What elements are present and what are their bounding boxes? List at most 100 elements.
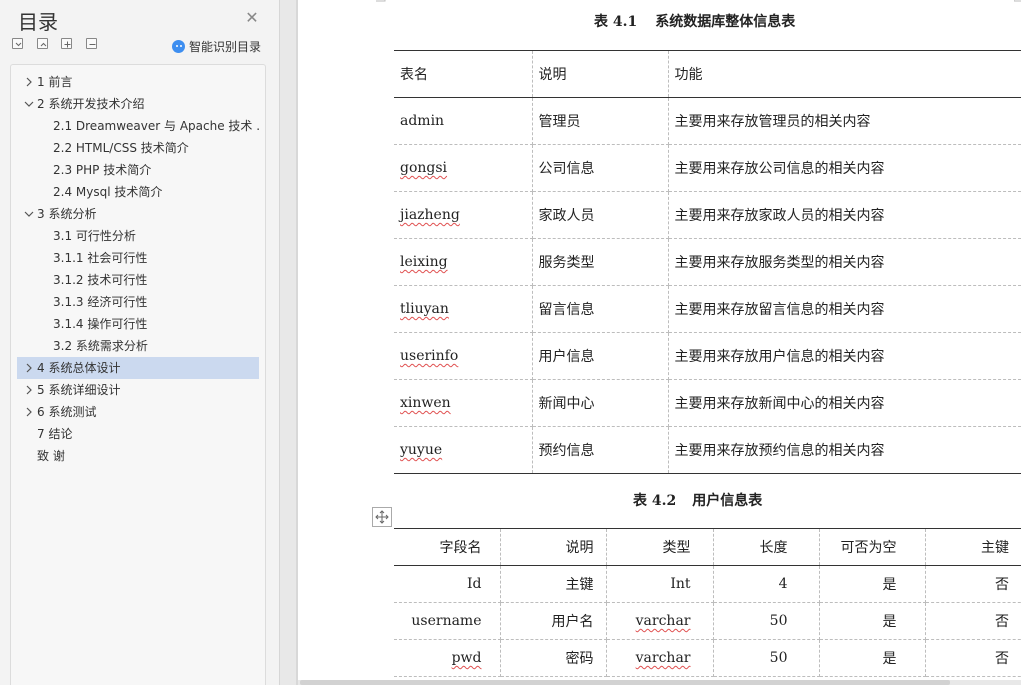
- table-cell[interactable]: Int: [605, 565, 714, 603]
- table-cell[interactable]: admin: [394, 97, 533, 145]
- table-caption: 表 4.2 用户信息表: [633, 490, 762, 510]
- toc-item-system-analysis[interactable]: 3 系统分析: [17, 203, 259, 225]
- toc-item-detailed-design[interactable]: 5 系统详细设计: [17, 379, 259, 401]
- table-header-cell[interactable]: 长度: [712, 528, 820, 566]
- spellcheck-word: yuyue: [400, 442, 443, 458]
- table-cell[interactable]: 50: [712, 639, 820, 677]
- toc-list: 1 前言 2 系统开发技术介绍 2.1 Dreamweaver 与 Apache…: [10, 64, 266, 685]
- add-heading-icon[interactable]: [61, 38, 72, 49]
- table-cell[interactable]: 管理员: [531, 97, 669, 145]
- toc-item-testing[interactable]: 6 系统测试: [17, 401, 259, 423]
- table-cell[interactable]: pwd: [394, 639, 501, 677]
- toc-item-feasibility[interactable]: 3.1 可行性分析: [17, 225, 259, 247]
- table-header-cell[interactable]: 功能: [667, 50, 1021, 98]
- toc-item-html-css[interactable]: 2.2 HTML/CSS 技术简介: [17, 137, 259, 159]
- table-cell[interactable]: 是: [818, 602, 926, 640]
- toc-item-requirements[interactable]: 3.2 系统需求分析: [17, 335, 259, 357]
- smart-toc-button[interactable]: 智能识别目录: [172, 38, 261, 55]
- table-cell[interactable]: 否: [924, 565, 1021, 603]
- table-cell[interactable]: 主要用来存放家政人员的相关内容: [667, 191, 1021, 239]
- remove-heading-icon[interactable]: [86, 38, 97, 49]
- toc-item-acknowledgements[interactable]: 致 谢: [17, 445, 259, 467]
- chevron-down-icon[interactable]: [23, 203, 35, 225]
- table-header-cell[interactable]: 类型: [605, 528, 714, 566]
- toc-item-label: 6 系统测试: [37, 405, 97, 419]
- table-cell[interactable]: 否: [924, 639, 1021, 677]
- table-cell[interactable]: tliuyan: [394, 285, 533, 333]
- table-cell[interactable]: 预约信息: [531, 426, 669, 474]
- toc-item-label: 5 系统详细设计: [37, 383, 121, 397]
- collapse-all-icon[interactable]: [12, 38, 23, 49]
- toc-item-mysql[interactable]: 2.4 Mysql 技术简介: [17, 181, 259, 203]
- table-cell[interactable]: Id: [394, 565, 501, 603]
- table-move-handle[interactable]: [372, 507, 392, 527]
- chevron-right-icon[interactable]: [23, 401, 35, 423]
- table-cell[interactable]: 用户信息: [531, 332, 669, 380]
- table-cell[interactable]: varchar: [605, 602, 714, 640]
- toc-item-operation-feasibility[interactable]: 3.1.4 操作可行性: [17, 313, 259, 335]
- toc-item-social-feasibility[interactable]: 3.1.1 社会可行性: [17, 247, 259, 269]
- table-row: xinwen 新闻中心 主要用来存放新闻中心的相关内容: [394, 379, 1021, 427]
- table-cell[interactable]: 主要用来存放预约信息的相关内容: [667, 426, 1021, 474]
- table-header-cell[interactable]: 说明: [499, 528, 607, 566]
- toc-item-tech-intro[interactable]: 2 系统开发技术介绍: [17, 93, 259, 115]
- toc-item-dreamweaver[interactable]: 2.1 Dreamweaver 与 Apache 技术 ...: [17, 115, 259, 137]
- chevron-right-icon[interactable]: [23, 379, 35, 401]
- table-cell[interactable]: 是: [818, 639, 926, 677]
- chevron-right-icon[interactable]: [23, 357, 35, 379]
- document-area: 表 4.1 系统数据库整体信息表 表名 说明 功能 admin 管理员 主要用来存…: [280, 0, 1021, 685]
- table-cell[interactable]: 主要用来存放用户信息的相关内容: [667, 332, 1021, 380]
- toc-item-conclusion[interactable]: 7 结论: [17, 423, 259, 445]
- table-cell[interactable]: 主要用来存放新闻中心的相关内容: [667, 379, 1021, 427]
- table-cell[interactable]: 主要用来存放服务类型的相关内容: [667, 238, 1021, 286]
- table-header-row: 字段名 说明 类型 长度 可否为空 主键: [394, 528, 1021, 566]
- document-page[interactable]: 表 4.1 系统数据库整体信息表 表名 说明 功能 admin 管理员 主要用来存…: [298, 0, 1021, 680]
- table-cell[interactable]: 服务类型: [531, 238, 669, 286]
- table-header-cell[interactable]: 可否为空: [818, 528, 926, 566]
- table-header-cell[interactable]: 表名: [394, 50, 533, 98]
- toc-item-preface[interactable]: 1 前言: [17, 71, 259, 93]
- toc-item-overall-design[interactable]: 4 系统总体设计: [17, 357, 259, 379]
- table-cell[interactable]: 50: [712, 602, 820, 640]
- table-cell[interactable]: 留言信息: [531, 285, 669, 333]
- toc-item-label: 2.2 HTML/CSS 技术简介: [53, 141, 189, 155]
- table-cell[interactable]: 新闻中心: [531, 379, 669, 427]
- table-cell[interactable]: 主要用来存放留言信息的相关内容: [667, 285, 1021, 333]
- table-cell[interactable]: 否: [924, 602, 1021, 640]
- table-cell[interactable]: yuyue: [394, 426, 533, 474]
- horizontal-scrollbar[interactable]: [300, 680, 950, 685]
- chevron-right-icon[interactable]: [23, 71, 35, 93]
- table-row: leixing 服务类型 主要用来存放服务类型的相关内容: [394, 238, 1021, 286]
- table-cell[interactable]: varchar: [605, 639, 714, 677]
- chevron-down-icon[interactable]: [23, 93, 35, 115]
- table-cell[interactable]: 用户名: [499, 602, 607, 640]
- table-cell[interactable]: 密码: [499, 639, 607, 677]
- table-cell[interactable]: 主键: [499, 565, 607, 603]
- toc-item-label: 3.1.2 技术可行性: [53, 273, 148, 287]
- table-cell[interactable]: 家政人员: [531, 191, 669, 239]
- table-cell[interactable]: 是: [818, 565, 926, 603]
- table-cell[interactable]: 主要用来存放管理员的相关内容: [667, 97, 1021, 145]
- toc-item-tech-feasibility[interactable]: 3.1.2 技术可行性: [17, 269, 259, 291]
- table-header-cell[interactable]: 主键: [924, 528, 1021, 566]
- table-cell[interactable]: leixing: [394, 238, 533, 286]
- database-overview-table[interactable]: 表名 说明 功能 admin 管理员 主要用来存放管理员的相关内容 gongsi…: [394, 50, 1021, 474]
- close-icon[interactable]: ✕: [243, 9, 261, 27]
- toc-item-economic-feasibility[interactable]: 3.1.3 经济可行性: [17, 291, 259, 313]
- spellcheck-word: pwd: [451, 650, 482, 666]
- table-cell[interactable]: username: [394, 602, 501, 640]
- expand-up-icon[interactable]: [37, 38, 48, 49]
- user-info-table[interactable]: 字段名 说明 类型 长度 可否为空 主键 Id 主键 Int 4 是 否 use…: [394, 528, 1021, 677]
- table-cell[interactable]: jiazheng: [394, 191, 533, 239]
- table-row: userinfo 用户信息 主要用来存放用户信息的相关内容: [394, 332, 1021, 380]
- toc-item-php[interactable]: 2.3 PHP 技术简介: [17, 159, 259, 181]
- table-cell[interactable]: 4: [712, 565, 820, 603]
- table-cell[interactable]: xinwen: [394, 379, 533, 427]
- table-cell[interactable]: 公司信息: [531, 144, 669, 192]
- table-header-cell[interactable]: 说明: [531, 50, 669, 98]
- toc-item-label: 3 系统分析: [37, 207, 97, 221]
- table-cell[interactable]: userinfo: [394, 332, 533, 380]
- table-cell[interactable]: gongsi: [394, 144, 533, 192]
- table-header-cell[interactable]: 字段名: [394, 528, 501, 566]
- table-cell[interactable]: 主要用来存放公司信息的相关内容: [667, 144, 1021, 192]
